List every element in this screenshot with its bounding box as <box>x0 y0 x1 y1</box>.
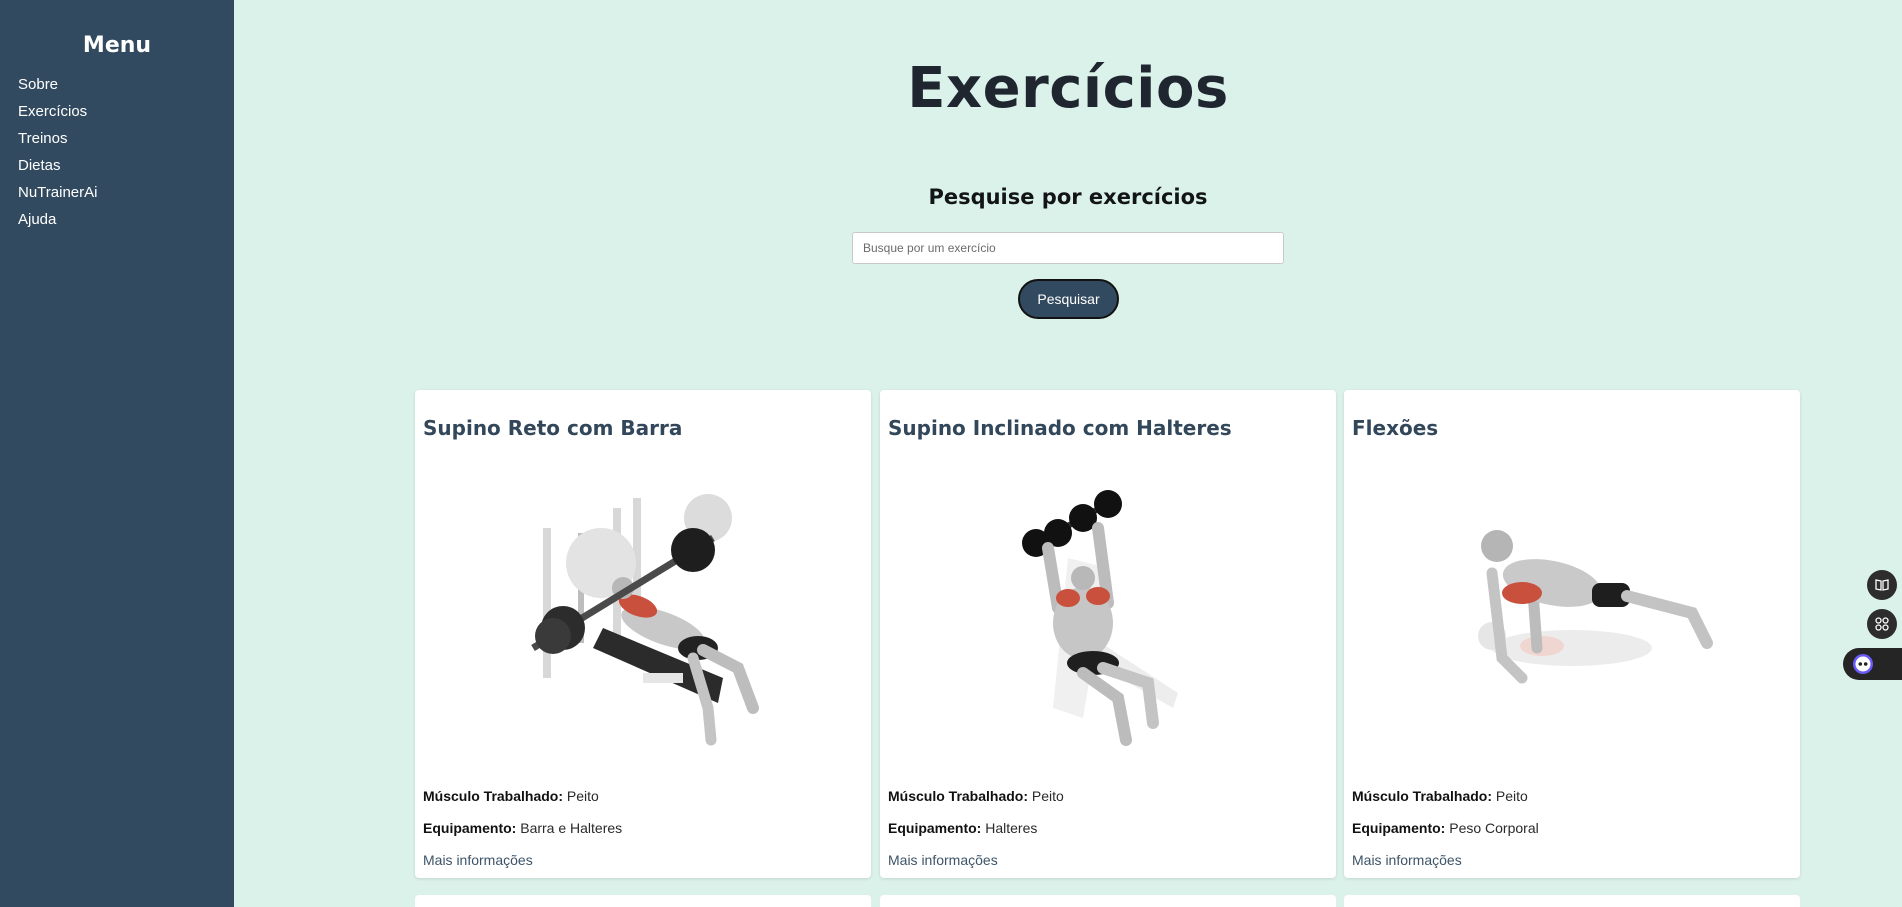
equipment-label: Equipamento: <box>423 820 517 836</box>
equipment-label: Equipamento: <box>1352 820 1446 836</box>
equipment-value: Halteres <box>985 820 1038 836</box>
muscle-value: Peito <box>1495 788 1528 804</box>
incline-dumbbell-press-illustration <box>1022 490 1178 746</box>
exercise-card-partial <box>415 895 871 907</box>
more-info-link[interactable]: Mais informações <box>888 852 998 868</box>
main-content: Exercícios Pesquise por exercícios Pesqu… <box>234 0 1902 907</box>
more-info-link[interactable]: Mais informações <box>1352 852 1462 868</box>
equipment-row: Equipamento: Barra e Halteres <box>423 820 622 836</box>
exercise-card-partial <box>880 895 1336 907</box>
exercise-card: Supino Inclinado com Halteres Músculo Tr… <box>880 390 1336 878</box>
sidebar-title: Menu <box>82 33 152 58</box>
muscle-row: Músculo Trabalhado: Peito <box>1352 788 1528 804</box>
sidebar-item-sobre[interactable]: Sobre <box>18 74 234 101</box>
equipment-label: Equipamento: <box>888 820 982 836</box>
exercise-card: Flexões Músculo Trabalhado: Peito Equipa… <box>1344 390 1800 878</box>
push-up-illustration <box>1478 530 1713 684</box>
muscle-value: Peito <box>1031 788 1064 804</box>
page-title: Exercícios <box>907 56 1229 121</box>
search-heading: Pesquise por exercícios <box>928 185 1208 209</box>
muscle-row: Músculo Trabalhado: Peito <box>888 788 1064 804</box>
muscle-label: Músculo Trabalhado: <box>423 788 564 804</box>
muscle-row: Músculo Trabalhado: Peito <box>423 788 599 804</box>
sidebar-item-nutrainerai[interactable]: NuTrainerAi <box>18 182 234 209</box>
equipment-row: Equipamento: Halteres <box>888 820 1037 836</box>
exercise-card: Supino Reto com Barra Músculo Trabalhado… <box>415 390 871 878</box>
chat-bot-button[interactable] <box>1843 648 1902 680</box>
equipment-value: Barra e Halteres <box>520 820 623 836</box>
muscle-value: Peito <box>566 788 599 804</box>
muscle-label: Músculo Trabalhado: <box>888 788 1029 804</box>
search-button[interactable]: Pesquisar <box>1018 279 1119 319</box>
equipment-value: Peso Corporal <box>1449 820 1539 836</box>
exercise-title: Supino Inclinado com Halteres <box>888 416 1232 440</box>
sidebar-item-exercicios[interactable]: Exercícios <box>18 101 234 128</box>
sidebar-item-treinos[interactable]: Treinos <box>18 128 234 155</box>
exercise-title: Flexões <box>1352 416 1439 440</box>
search-input[interactable] <box>852 232 1284 264</box>
muscle-label: Músculo Trabalhado: <box>1352 788 1493 804</box>
book-icon[interactable] <box>1867 570 1897 600</box>
sidebar-item-ajuda[interactable]: Ajuda <box>18 209 234 236</box>
exercise-card-partial <box>1344 895 1800 907</box>
bench-press-illustration <box>531 494 759 746</box>
exercise-title: Supino Reto com Barra <box>423 416 683 440</box>
sidebar-menu: Sobre Exercícios Treinos Dietas NuTraine… <box>0 74 234 236</box>
equipment-row: Equipamento: Peso Corporal <box>1352 820 1539 836</box>
more-info-link[interactable]: Mais informações <box>423 852 533 868</box>
apps-icon[interactable] <box>1867 609 1897 639</box>
chat-bot-icon <box>1853 654 1873 674</box>
sidebar: Menu Sobre Exercícios Treinos Dietas NuT… <box>0 0 234 907</box>
sidebar-item-dietas[interactable]: Dietas <box>18 155 234 182</box>
